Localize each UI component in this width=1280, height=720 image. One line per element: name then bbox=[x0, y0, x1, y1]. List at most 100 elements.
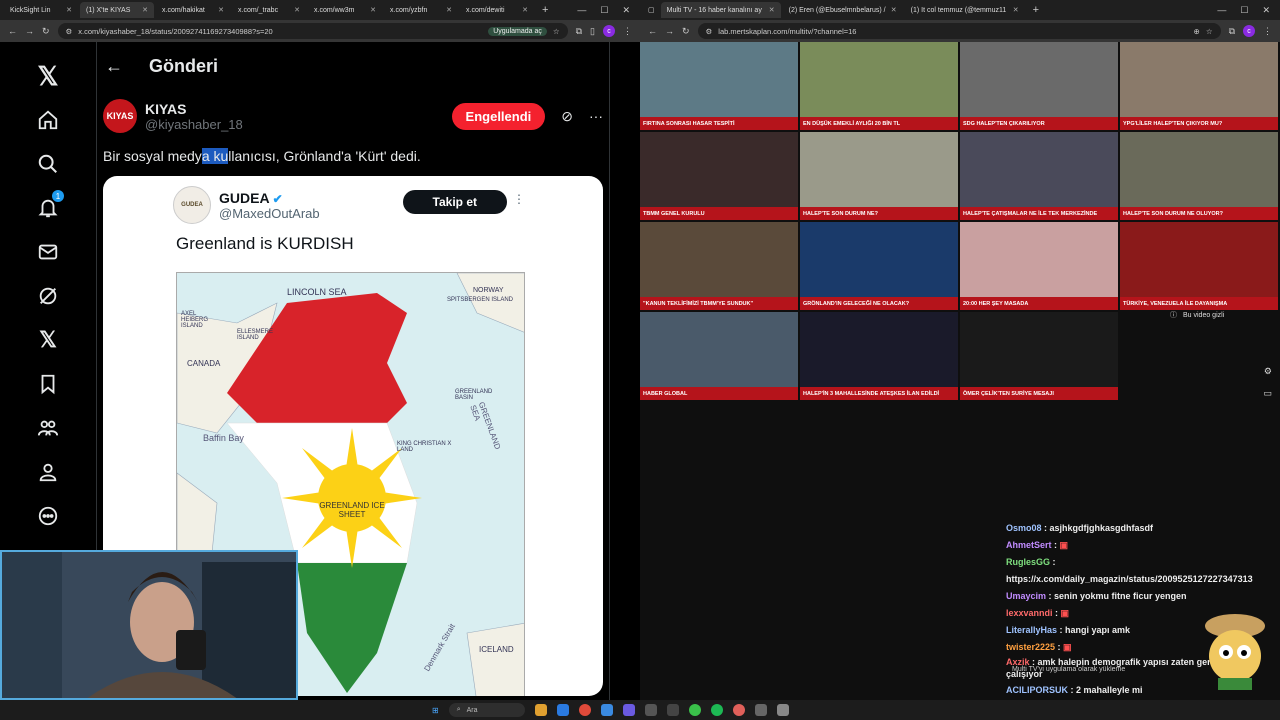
browser-tab-active[interactable]: (1) X'te KIYAS ✕ bbox=[80, 2, 154, 18]
browser-tab[interactable]: x.com/dewiti ✕ bbox=[460, 2, 534, 18]
tv-channel-tile[interactable]: HALEP'TE SON DURUM NE? bbox=[800, 132, 958, 220]
tv-channel-tile[interactable]: ÖMER ÇELİK'TEN SURİYE MESAJI bbox=[960, 312, 1118, 400]
tv-channel-tile[interactable]: TBMM GENEL KURULU bbox=[640, 132, 798, 220]
author-avatar[interactable]: KIYAS bbox=[103, 99, 137, 133]
extensions-icon[interactable]: ⧉ bbox=[576, 26, 582, 37]
tv-channel-tile[interactable]: HALEP'İN 3 MAHALLESİNDE ATEŞKES İLAN EDİ… bbox=[800, 312, 958, 400]
extensions-icon[interactable]: ⧉ bbox=[1229, 26, 1235, 37]
browser-tab[interactable]: x.com/ww3m ✕ bbox=[308, 2, 382, 18]
tv-channel-tile[interactable]: HALEP'TE ÇATIŞMALAR NE İLE TEK MERKEZİND… bbox=[960, 132, 1118, 220]
more-options-icon[interactable]: ··· bbox=[589, 108, 603, 124]
home-icon[interactable] bbox=[26, 98, 70, 142]
bookmark-star-icon[interactable]: ☆ bbox=[553, 27, 560, 36]
tv-channel-tile[interactable]: HALEP'TE SON DURUM NE OLUYOR? bbox=[1120, 132, 1278, 220]
tv-channel-tile[interactable]: 20:00 HER ŞEY MASADA bbox=[960, 222, 1118, 310]
close-icon[interactable]: ✕ bbox=[142, 6, 148, 14]
spotify-icon[interactable] bbox=[710, 704, 723, 716]
chrome-icon[interactable] bbox=[732, 704, 745, 716]
profile-avatar[interactable]: c bbox=[603, 25, 615, 37]
maximize-icon[interactable]: ☐ bbox=[1240, 5, 1248, 16]
quoted-author-name[interactable]: GUDEA bbox=[219, 190, 270, 206]
file-explorer-icon[interactable] bbox=[534, 704, 547, 716]
blocked-button[interactable]: Engellendi bbox=[451, 102, 546, 130]
close-icon[interactable]: ✕ bbox=[370, 6, 376, 14]
bookmarks-icon[interactable] bbox=[26, 362, 70, 406]
forward-icon[interactable]: → bbox=[25, 26, 34, 36]
app-icon[interactable] bbox=[600, 704, 613, 716]
tv-channel-tile[interactable]: SDG HALEP'TEN ÇIKARILIYOR bbox=[960, 42, 1118, 130]
close-icon[interactable]: ✕ bbox=[218, 6, 224, 14]
tv-channel-tile[interactable]: "KANUN TEKLİFİMİZİ TBMM'YE SUNDUK" bbox=[640, 222, 798, 310]
url-field[interactable]: ⚙ x.com/kiyashaber_18/status/20092741169… bbox=[57, 23, 568, 39]
quoted-author-handle[interactable]: @MaxedOutArab bbox=[219, 206, 320, 221]
tv-channel-tile[interactable]: GRÖNLAND'IN GELECEĞİ NE OLACAK? bbox=[800, 222, 958, 310]
site-info-icon[interactable]: ⚙ bbox=[66, 27, 73, 36]
open-in-app-button[interactable]: Uygulamada aç bbox=[488, 26, 547, 36]
install-app-icon[interactable]: ⊕ bbox=[1194, 27, 1200, 36]
close-icon[interactable]: ✕ bbox=[522, 6, 528, 14]
close-icon[interactable]: ✕ bbox=[294, 6, 300, 14]
close-window-icon[interactable]: ✕ bbox=[622, 5, 630, 16]
browser-tab[interactable]: x.com/yzbfn ✕ bbox=[384, 2, 458, 18]
windows-start-icon[interactable]: ⊞ bbox=[432, 706, 439, 715]
back-icon[interactable]: ← bbox=[8, 26, 17, 36]
profile-avatar[interactable]: c bbox=[1243, 25, 1255, 37]
reload-icon[interactable]: ↻ bbox=[42, 26, 50, 37]
new-tab-button[interactable]: + bbox=[1027, 4, 1045, 16]
quoted-author-avatar[interactable]: GUDEA bbox=[173, 186, 211, 224]
notifications-icon[interactable]: 1 bbox=[26, 186, 70, 230]
grok-explain-icon[interactable]: ⊘ bbox=[561, 108, 573, 125]
toggle-icon[interactable]: ▭ bbox=[1263, 388, 1272, 399]
browser-tab[interactable]: KickSight Lin ✕ bbox=[4, 2, 78, 18]
app-icon[interactable] bbox=[776, 704, 789, 716]
tv-channel-tile[interactable]: EN DÜŞÜK EMEKLİ AYLIĞI 20 BİN TL bbox=[800, 42, 958, 130]
close-icon[interactable]: ✕ bbox=[769, 6, 775, 14]
tv-channel-tile[interactable]: HABER GLOBAL bbox=[640, 312, 798, 400]
tv-channel-tile[interactable]: FIRTINA SONRASI HASAR TESPİTİ bbox=[640, 42, 798, 130]
author-handle[interactable]: @kiyashaber_18 bbox=[145, 117, 243, 132]
maximize-icon[interactable]: ☐ bbox=[600, 5, 608, 16]
communities-icon[interactable] bbox=[26, 406, 70, 450]
url-field[interactable]: ⚙ lab.mertskaplan.com/multitv/?channel=1… bbox=[697, 23, 1221, 39]
discord-icon[interactable] bbox=[622, 704, 635, 716]
tab-menu-icon[interactable]: ▢ bbox=[644, 6, 659, 14]
taskbar-search[interactable]: ⌕ Ara bbox=[448, 703, 525, 717]
grok-icon[interactable] bbox=[26, 274, 70, 318]
edge-icon[interactable] bbox=[556, 704, 569, 716]
quoted-more-icon[interactable]: ⋮ bbox=[513, 192, 525, 206]
more-icon[interactable] bbox=[26, 494, 70, 538]
minimize-icon[interactable]: — bbox=[577, 5, 586, 16]
messages-icon[interactable] bbox=[26, 230, 70, 274]
app-icon[interactable] bbox=[666, 704, 679, 716]
close-icon[interactable]: ✕ bbox=[66, 6, 72, 14]
whatsapp-icon[interactable] bbox=[688, 704, 701, 716]
new-tab-button[interactable]: + bbox=[536, 4, 554, 16]
bookmark-star-icon[interactable]: ☆ bbox=[1206, 27, 1213, 36]
premium-x-icon[interactable]: 𝕏 bbox=[26, 318, 70, 362]
browser-tab[interactable]: (2) Eren (@Ebuselmnbelarus) / ✕ bbox=[783, 2, 903, 18]
tv-channel-tile[interactable]: TÜRKİYE, VENEZUELA İLE DAYANIŞMA bbox=[1120, 222, 1278, 310]
browser-tab[interactable]: x.com/hakikat ✕ bbox=[156, 2, 230, 18]
x-logo-icon[interactable]: 𝕏 bbox=[26, 54, 70, 98]
profile-icon[interactable] bbox=[26, 450, 70, 494]
search-icon[interactable] bbox=[26, 142, 70, 186]
sidebar-icon[interactable]: ▯ bbox=[590, 26, 595, 37]
app-icon[interactable] bbox=[644, 704, 657, 716]
reload-icon[interactable]: ↻ bbox=[682, 26, 690, 37]
close-icon[interactable]: ✕ bbox=[1013, 6, 1019, 14]
site-info-icon[interactable]: ⚙ bbox=[706, 27, 713, 36]
back-icon[interactable]: ← bbox=[648, 26, 657, 36]
menu-icon[interactable]: ⋮ bbox=[1263, 26, 1272, 37]
minimize-icon[interactable]: — bbox=[1217, 5, 1226, 16]
author-name[interactable]: KIYAS bbox=[145, 101, 243, 117]
close-window-icon[interactable]: ✕ bbox=[1262, 5, 1270, 16]
close-icon[interactable]: ✕ bbox=[446, 6, 452, 14]
settings-gear-icon[interactable]: ⚙ bbox=[1264, 366, 1272, 377]
browser-tab[interactable]: x.com/_trabc ✕ bbox=[232, 2, 306, 18]
browser-tab-active[interactable]: Multi TV - 16 haber kanalını ay ✕ bbox=[660, 2, 781, 18]
follow-button[interactable]: Takip et bbox=[402, 190, 507, 214]
close-icon[interactable]: ✕ bbox=[891, 6, 897, 14]
forward-icon[interactable]: → bbox=[665, 26, 674, 36]
chrome-icon[interactable] bbox=[578, 704, 591, 716]
browser-tab[interactable]: (1) It col temmuz (@temmuz11 ✕ bbox=[905, 2, 1025, 18]
